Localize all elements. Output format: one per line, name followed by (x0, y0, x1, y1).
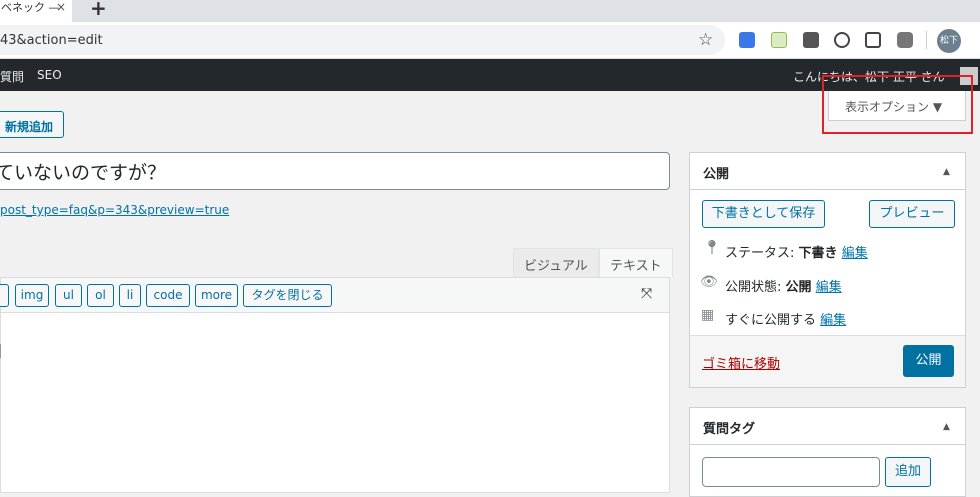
address-bar[interactable] (0, 25, 725, 55)
preview-button[interactable]: プレビュー (869, 200, 955, 228)
extension-translate-icon[interactable] (739, 32, 755, 48)
browser-toolbar: 43&action=edit ☆ 松下 (0, 22, 980, 59)
quicktag-button-partial[interactable] (0, 284, 9, 307)
text-caret (0, 344, 1, 358)
post-title-input[interactable]: ていないのですが？ (0, 152, 670, 190)
edit-visibility-link[interactable]: 編集 (816, 280, 842, 295)
publish-button[interactable]: 公開 (903, 345, 954, 377)
browser-tab-bar (0, 0, 980, 22)
save-draft-button[interactable]: 下書きとして保存 (702, 200, 825, 228)
schedule-label: すぐに公開する (725, 313, 817, 328)
eye-icon: 👁︎ (700, 274, 718, 290)
quicktag-code-button[interactable]: code (146, 284, 190, 307)
fullscreen-icon[interactable]: ⤧ (641, 286, 652, 302)
visibility-row: 公開状態: 公開 編集 (725, 276, 842, 295)
extension-ah-icon[interactable] (771, 32, 787, 48)
close-tab-icon[interactable]: × (56, 0, 66, 14)
schedule-row: すぐに公開する 編集 (725, 309, 846, 328)
quicktag-more-button[interactable]: more (195, 284, 238, 307)
quicktag-img-button[interactable]: img (15, 284, 49, 307)
add-tag-button[interactable]: 追加 (885, 457, 931, 487)
highlight-annotation-box (822, 75, 973, 134)
quicktag-close-tags-button[interactable]: タグを閉じる (243, 284, 332, 307)
calendar-icon: ▦ (701, 307, 715, 323)
permalink-link[interactable]: post_type=faq&p=343&preview=true (0, 203, 229, 217)
status-row: ステータス: 下書き 編集 (725, 242, 868, 261)
pin-icon: 📍︎ (703, 240, 721, 256)
quicktag-li-button[interactable]: li (119, 284, 141, 307)
tags-box-heading[interactable]: 質問タグ (689, 407, 966, 445)
tab-text[interactable]: テキスト (599, 248, 673, 277)
extension-capture-icon[interactable] (865, 32, 881, 48)
move-to-trash-link[interactable]: ゴミ箱に移動 (702, 353, 780, 372)
bookmark-star-icon[interactable]: ☆ (698, 30, 713, 50)
status-value: 下書き (798, 246, 838, 261)
collapse-publish-icon[interactable]: ▲ (943, 167, 950, 177)
extension-sync-icon[interactable] (834, 32, 850, 48)
status-label: ステータス: (725, 246, 795, 261)
visibility-label: 公開状態: (725, 280, 782, 295)
quicktag-ul-button[interactable]: ul (55, 284, 82, 307)
publish-box-heading[interactable]: 公開 (689, 152, 966, 190)
collapse-tags-icon[interactable]: ▲ (943, 422, 950, 432)
camera-icon[interactable] (897, 32, 913, 48)
extension-puzzle-icon[interactable] (803, 32, 819, 48)
url-text[interactable]: 43&action=edit (0, 33, 103, 48)
toolbar-divider (926, 31, 927, 49)
add-new-button[interactable]: 新規追加 (0, 111, 64, 138)
new-tab-button[interactable]: + (90, 0, 107, 20)
edit-status-link[interactable]: 編集 (842, 246, 868, 261)
edit-schedule-link[interactable]: 編集 (820, 313, 846, 328)
new-tag-input[interactable] (702, 457, 880, 487)
adminbar-item-seo[interactable]: SEO (37, 68, 62, 82)
profile-avatar[interactable]: 松下 (937, 29, 961, 53)
visibility-value: 公開 (785, 280, 812, 295)
quicktag-ol-button[interactable]: ol (87, 284, 114, 307)
adminbar-item-faq[interactable]: 質問 (0, 68, 24, 85)
tab-visual[interactable]: ビジュアル (513, 248, 599, 277)
content-textarea[interactable] (0, 313, 670, 493)
